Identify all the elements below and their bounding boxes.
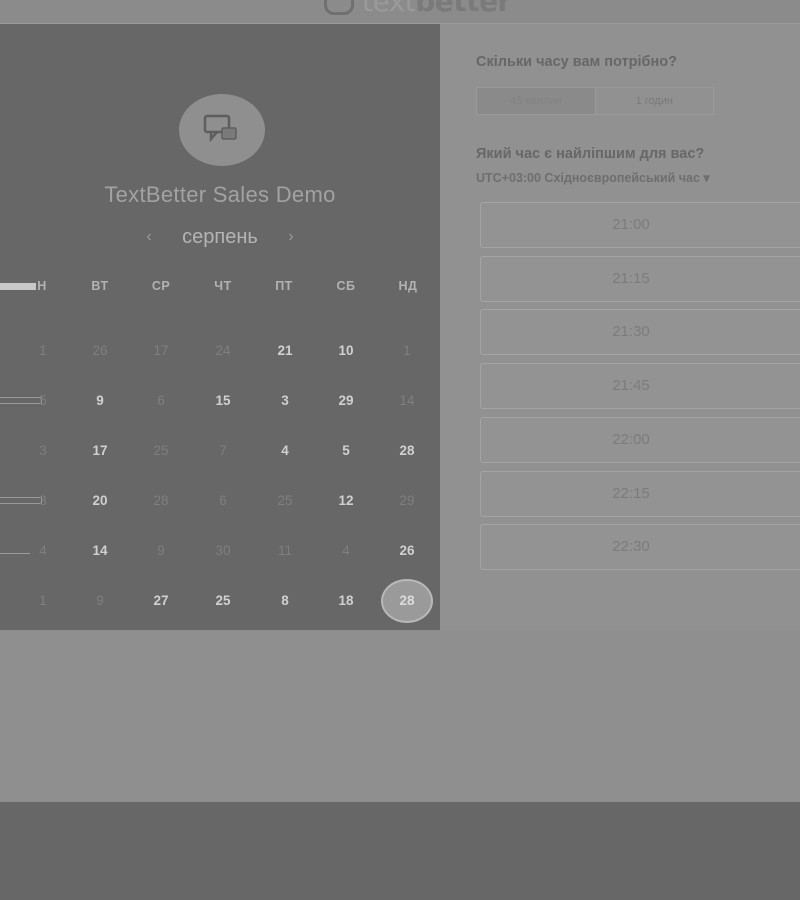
duration-option-1h[interactable]: 1 годин [594, 88, 714, 114]
calendar-day: 26 [92, 343, 108, 358]
textbetter-logo[interactable]: textbetter [322, 0, 511, 17]
calendar-day-available[interactable]: 4 [265, 441, 305, 461]
time-slot-label: 21:00 [612, 216, 650, 233]
time-slot[interactable]: 21:30 [480, 309, 800, 355]
calendar-day: 1 [39, 593, 47, 608]
time-question: Який час є найліпшим для вас? [476, 146, 705, 162]
weekday-header: Н ВТ СР ЧТ ПТ СБ НД [0, 279, 440, 295]
calendar-day-available[interactable]: 14 [80, 541, 120, 561]
prev-month-icon[interactable]: ‹ [140, 228, 158, 246]
calendar-day-available[interactable]: 5 [326, 441, 366, 461]
calendar-day: 3 [39, 443, 47, 458]
weekday-sat: СБ [336, 279, 356, 293]
event-title: TextBetter Sales Demo [104, 182, 336, 207]
calendar-day-available[interactable]: 18 [326, 591, 366, 611]
calendar-day: 1 [39, 343, 47, 358]
month-label: серпень [182, 225, 258, 248]
calendar-day: 25 [277, 493, 293, 508]
calendar-day-available[interactable]: 27 [141, 591, 181, 611]
calendar-day-available[interactable]: 26 [387, 541, 427, 561]
logo-text-light: text [362, 0, 416, 18]
timezone-selector[interactable]: UTC+03:00 Східноєвропейський час ▾ [476, 170, 710, 185]
next-month-icon[interactable]: › [282, 228, 300, 246]
duration-toggle: 45 хвилин 1 годин [476, 87, 714, 115]
time-slot[interactable]: 22:00 [480, 417, 800, 463]
calendar-day-available[interactable]: 21 [265, 341, 305, 361]
time-slot[interactable]: 21:45 [480, 363, 800, 409]
calendar-day-available[interactable]: 10 [326, 341, 366, 361]
time-slot-label: 22:30 [612, 538, 650, 555]
calendar-day-available[interactable]: 29 [326, 391, 366, 411]
logo-text: textbetter [362, 0, 511, 17]
time-slot-label: 21:15 [612, 270, 650, 287]
time-slot[interactable]: 22:15 [480, 471, 800, 517]
weekday-sun: НД [398, 279, 418, 293]
calendar-day-available[interactable]: 28 [387, 441, 427, 461]
calendar-day: 14 [399, 393, 415, 408]
weekday-fri: ПТ [275, 279, 293, 293]
duration-option-45min[interactable]: 45 хвилин [477, 88, 595, 114]
weekday-wed: СР [151, 279, 171, 293]
weekday-tue: ВТ [91, 279, 109, 293]
calendar-day: 17 [153, 343, 169, 358]
calendar-day-available[interactable]: 25 [203, 591, 243, 611]
calendar-day: 6 [219, 493, 227, 508]
calendar-day: 4 [39, 543, 47, 558]
calendar-day: 24 [215, 343, 231, 358]
month-navigation: ‹ серпень › [140, 224, 300, 250]
calendar-day: 9 [157, 543, 165, 558]
calendar-day: 4 [342, 543, 350, 558]
calendar-day-available[interactable]: 8 [265, 591, 305, 611]
calendar-day-available[interactable]: 12 [326, 491, 366, 511]
calendar-day: 28 [153, 493, 169, 508]
calendar-day: 9 [96, 593, 104, 608]
time-slot[interactable]: 22:30 [480, 524, 800, 570]
calendar-day: 25 [153, 443, 169, 458]
chat-bubble-icon [203, 114, 237, 143]
time-slot-label: 21:45 [612, 377, 650, 394]
time-slot-label: 22:15 [612, 485, 650, 502]
calendar-day: 6 [157, 393, 165, 408]
logo-text-bold: better [415, 0, 511, 18]
booking-panel: Скільки часу вам потрібно? 45 хвилин 1 г… [440, 24, 800, 630]
calendar-day: 29 [399, 493, 415, 508]
time-slot-label: 21:30 [612, 323, 650, 340]
calendar-day: 7 [219, 443, 227, 458]
calendar-day: 11 [277, 543, 292, 558]
logo-bubble-icon [322, 0, 356, 16]
calendar-day-available[interactable]: 20 [80, 491, 120, 511]
weekday-mon: Н [37, 279, 47, 293]
duration-question: Скільки часу вам потрібно? [476, 54, 677, 70]
time-slot[interactable]: 21:00 [480, 202, 800, 248]
calendar-day: 1 [403, 343, 411, 358]
calendar-day-available[interactable]: 9 [80, 391, 120, 411]
calendar-day: 5 [39, 393, 47, 408]
calendar-day: 30 [215, 543, 231, 558]
event-badge [179, 94, 265, 166]
weekday-thu: ЧТ [214, 279, 232, 293]
page-gap [0, 630, 800, 802]
top-bar: textbetter [0, 0, 800, 24]
calendar-day-selected[interactable]: 28 [381, 579, 433, 623]
footer-band [0, 802, 800, 900]
calendar-day-available[interactable]: 17 [80, 441, 120, 461]
calendar-day-available[interactable]: 3 [265, 391, 305, 411]
calendar-panel: TextBetter Sales Demo ‹ серпень › Н ВТ С… [0, 24, 440, 630]
calendar-day-available[interactable]: 15 [203, 391, 243, 411]
time-slot-label: 22:00 [612, 431, 650, 448]
calendar-day: 3 [39, 493, 47, 508]
time-slot[interactable]: 21:15 [480, 256, 800, 302]
